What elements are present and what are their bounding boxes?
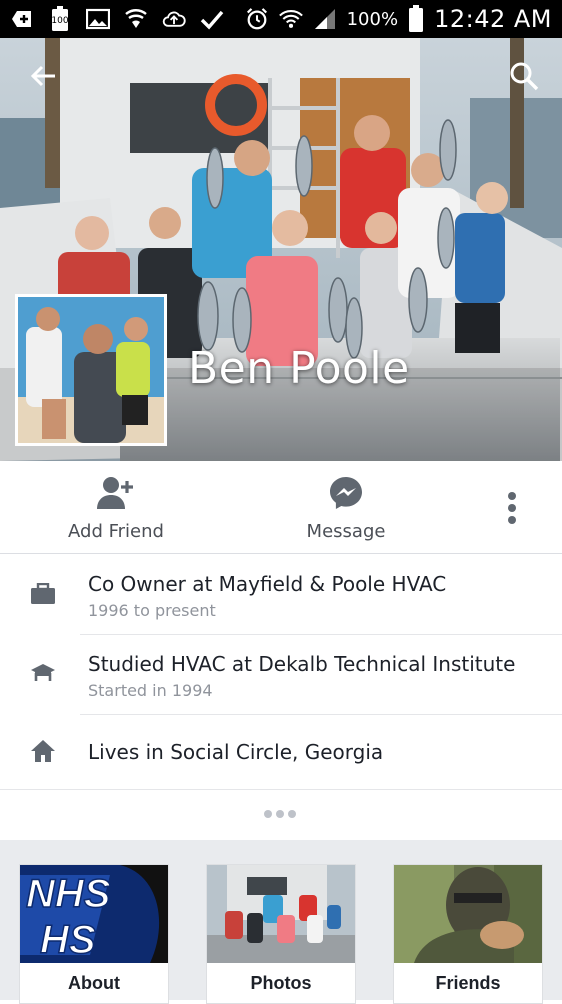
photos-thumbnail [207,865,355,963]
gallery-icon [86,7,110,31]
wifi-icon [278,7,303,31]
clock: 12:42 AM [434,5,552,33]
check-icon [200,7,224,31]
back-arrow-icon[interactable] [28,60,60,92]
friends-thumbnail [394,865,542,963]
graduation-cap-icon [30,662,56,688]
shield-icon [124,7,148,31]
notification-plus-icon [10,7,34,31]
svg-text:HS: HS [40,918,96,962]
battery-saver-icon: 100 [48,6,72,31]
status-bar: 100 100% 12:42 AM [0,0,562,38]
action-bar: Add Friend Message [0,461,562,554]
info-main-text: Studied HVAC at Dekalb Technical Institu… [88,652,516,676]
signal-icon [313,7,337,31]
intro-section: Co Owner at Mayfield & Poole HVAC 1996 t… [0,555,562,840]
status-bar-right: 100% 12:42 AM [245,5,552,33]
messenger-icon [326,473,366,513]
message-button[interactable]: Message [296,461,396,554]
battery-percent: 100% [346,8,399,30]
info-row-education[interactable]: Studied HVAC at Dekalb Technical Institu… [0,635,562,714]
cloud-upload-icon [162,7,186,31]
tile-label: About [68,973,120,993]
more-vertical-icon[interactable] [496,489,528,529]
battery-icon [408,5,424,32]
alarm-icon [245,7,269,31]
cover-photo[interactable]: Ben Poole [0,38,562,461]
add-friend-icon [96,473,136,513]
profile-tiles: NHS HS About Photos Friends [0,840,562,1004]
home-icon [30,739,56,765]
add-friend-button[interactable]: Add Friend [66,461,166,554]
info-main-text: Co Owner at Mayfield & Poole HVAC [88,572,447,596]
info-sub-text: 1996 to present [88,601,216,620]
battery-badge-text: 100 [51,16,69,26]
tile-about[interactable]: NHS HS About [19,864,169,1004]
status-bar-left: 100 [10,6,224,31]
dot [264,810,272,818]
message-label: Message [306,521,386,542]
info-main-text: Lives in Social Circle, Georgia [88,740,384,764]
profile-name: Ben Poole [188,343,410,394]
svg-text:NHS: NHS [26,872,111,916]
profile-picture[interactable] [15,294,167,446]
info-row-work[interactable]: Co Owner at Mayfield & Poole HVAC 1996 t… [0,555,562,634]
briefcase-icon [30,582,56,609]
dot [288,810,296,818]
see-more-dots[interactable] [264,810,298,820]
tile-label: Photos [250,973,312,993]
info-row-lives[interactable]: Lives in Social Circle, Georgia [0,715,562,789]
info-sub-text: Started in 1994 [88,681,213,700]
search-icon[interactable] [508,60,540,92]
dot [276,810,284,818]
add-friend-label: Add Friend [68,521,164,542]
profile-picture-image [18,297,164,443]
tile-photos[interactable]: Photos [206,864,356,1004]
about-thumbnail: NHS HS [20,865,168,963]
divider [0,789,562,790]
tile-label: Friends [435,973,501,993]
tile-friends[interactable]: Friends [393,864,543,1004]
